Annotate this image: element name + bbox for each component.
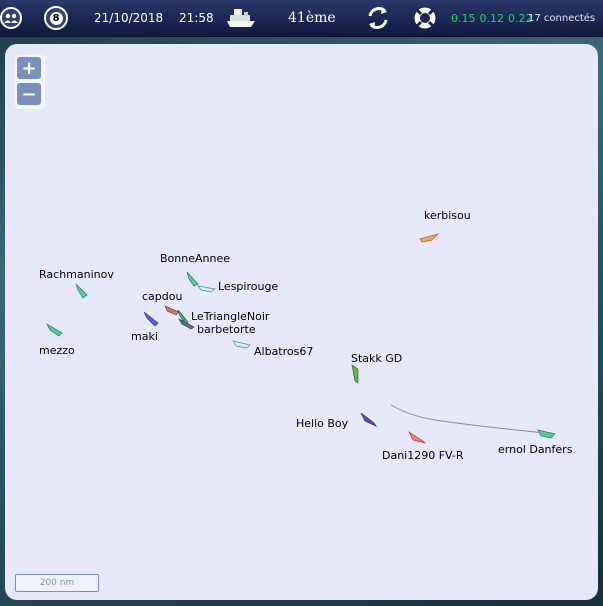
refresh-icon[interactable]: [364, 0, 392, 36]
rank: 41ème: [288, 10, 336, 26]
compass-badge: 8: [49, 11, 63, 25]
boat-stakk-gd[interactable]: Stakk GD: [351, 352, 402, 384]
boat-mezzo[interactable]: mezzo: [39, 323, 75, 357]
boat-dani1290[interactable]: Dani1290 FV-R: [382, 431, 464, 462]
boat-albatros67[interactable]: Albatros67: [232, 340, 313, 358]
race-map[interactable]: kerbisou BonneAnnee Rachmaninov Lespirou…: [5, 44, 598, 600]
top-bar: 8 21/10/2018 21:58 41ème 0.15 0.12 0.22 …: [0, 0, 603, 37]
boat-label: Albatros67: [254, 345, 313, 358]
boat-letrianglenoir[interactable]: LeTriangleNoir: [177, 309, 270, 325]
boat-label: Dani1290 FV-R: [382, 449, 464, 462]
users-icon[interactable]: [0, 0, 22, 36]
time: 21:58: [179, 11, 214, 25]
boat-capdou[interactable]: capdou: [142, 290, 182, 316]
fleet-layer: kerbisou BonneAnnee Rachmaninov Lespirou…: [39, 209, 573, 462]
boat-label: mezzo: [39, 344, 75, 357]
boat-hello-boy[interactable]: Hello Boy: [296, 412, 377, 430]
boat-maki[interactable]: maki: [131, 311, 159, 343]
boat-label: maki: [131, 330, 158, 343]
lifebuoy-icon[interactable]: [412, 0, 438, 36]
boat-label: Rachmaninov: [39, 268, 114, 281]
stat-value: 0.15: [451, 11, 476, 25]
boat-icon[interactable]: [226, 0, 256, 36]
boat-label: ernol Danfers: [498, 443, 573, 456]
boat-label: barbetorte: [197, 323, 256, 336]
boat-label: LeTriangleNoir: [191, 310, 270, 323]
connected-count: 17 connectés: [528, 12, 596, 24]
boat-kerbisou[interactable]: kerbisou: [419, 209, 471, 243]
boat-lespirouge[interactable]: Lespirouge: [197, 280, 278, 293]
boat-label: BonneAnnee: [160, 252, 230, 265]
zoom-in-button[interactable]: +: [17, 57, 41, 79]
zoom-out-button[interactable]: −: [17, 83, 41, 105]
boat-label: Stakk GD: [351, 352, 402, 365]
boat-label: kerbisou: [424, 209, 471, 222]
stat-value: 0.12: [479, 11, 505, 25]
boat-ernol-danfers[interactable]: ernol Danfers: [498, 429, 573, 456]
boat-label: Hello Boy: [296, 417, 349, 430]
boat-rachmaninov[interactable]: Rachmaninov: [39, 268, 114, 299]
stats: 0.15 0.12 0.22: [451, 0, 537, 36]
date: 21/10/2018: [94, 11, 164, 25]
track-line: [390, 404, 546, 434]
boat-label: capdou: [142, 290, 182, 303]
scale-bar: 200 nm: [15, 574, 99, 592]
boat-label: Lespirouge: [218, 280, 278, 293]
compass-icon[interactable]: 8: [44, 0, 68, 36]
zoom-control: + −: [15, 55, 45, 109]
